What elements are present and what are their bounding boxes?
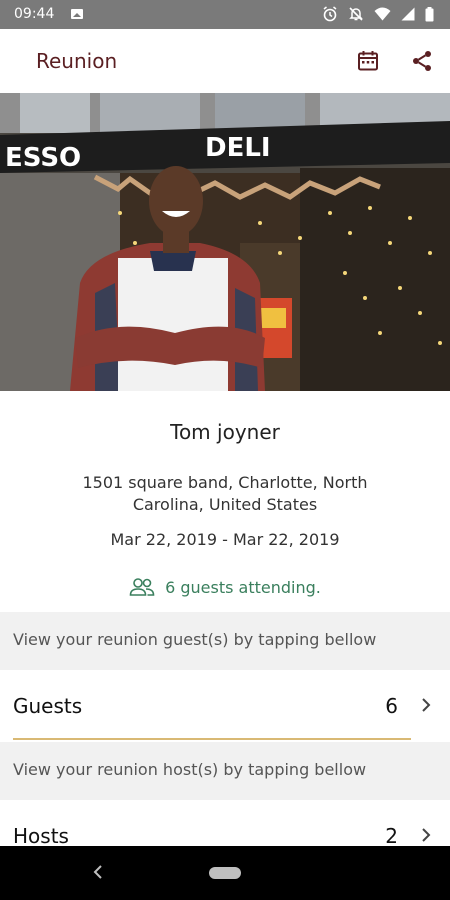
event-dates: Mar 22, 2019 - Mar 22, 2019 xyxy=(110,530,340,549)
system-nav-bar xyxy=(0,846,450,900)
event-address: 1501 square band, Charlotte, North Carol… xyxy=(82,473,368,514)
guests-hint-text: View your reunion guest(s) by tapping be… xyxy=(13,630,377,649)
sign-text-deli: DELI xyxy=(205,133,271,163)
battery-icon xyxy=(425,6,434,21)
share-icon xyxy=(413,51,431,71)
alarm-icon xyxy=(323,6,337,22)
guests-count: 6 xyxy=(385,694,398,718)
signal-icon xyxy=(401,7,415,21)
status-icons xyxy=(322,6,434,22)
app-bar: Reunion xyxy=(0,29,450,93)
event-cover-image: ESSO DELI xyxy=(0,93,450,391)
calendar-icon xyxy=(358,51,378,71)
people-icon xyxy=(129,578,155,596)
wifi-icon xyxy=(374,7,391,21)
guests-divider xyxy=(13,738,411,740)
hosts-hint: View your reunion host(s) by tapping bel… xyxy=(0,742,450,800)
hosts-label: Hosts xyxy=(13,824,69,848)
chevron-right-icon xyxy=(422,698,431,712)
hosts-hint-text: View your reunion host(s) by tapping bel… xyxy=(13,760,367,779)
guests-attending: 6 guests attending. xyxy=(0,577,450,597)
chevron-right-icon xyxy=(422,828,431,842)
calendar-button[interactable] xyxy=(354,47,382,75)
image-icon xyxy=(71,9,83,19)
home-button[interactable] xyxy=(209,867,241,879)
sign-text-left: ESSO xyxy=(5,143,81,173)
back-icon[interactable] xyxy=(92,864,104,880)
mute-icon xyxy=(349,7,363,21)
status-time: 09:44 xyxy=(14,6,55,22)
event-name: Tom joyner xyxy=(170,420,280,444)
guests-row[interactable]: Guests 6 xyxy=(0,672,450,740)
share-button[interactable] xyxy=(408,47,436,75)
status-bar: 09:44 xyxy=(0,0,450,29)
guests-hint: View your reunion guest(s) by tapping be… xyxy=(0,612,450,670)
app-title: Reunion xyxy=(36,49,118,73)
guests-label: Guests xyxy=(13,694,83,718)
storefront-photo: ESSO DELI xyxy=(0,93,450,391)
hosts-count: 2 xyxy=(385,824,398,848)
guests-attending-text: 6 guests attending. xyxy=(165,577,321,597)
